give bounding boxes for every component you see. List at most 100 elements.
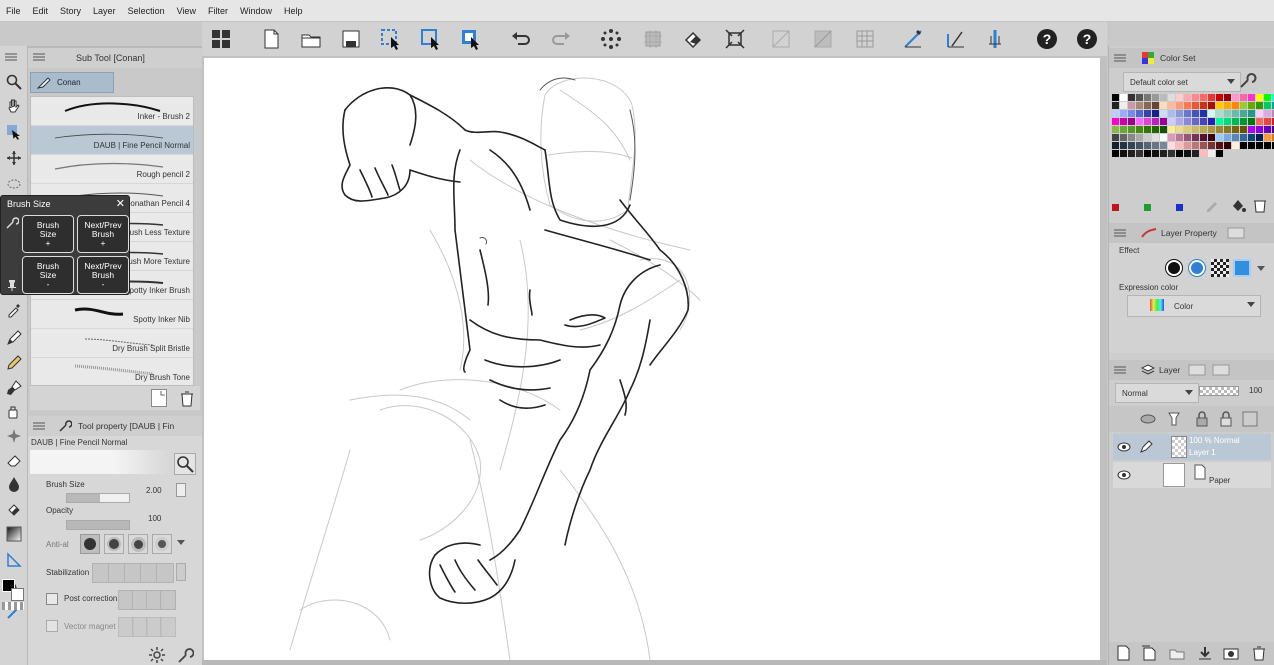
- color-swatch[interactable]: [1232, 134, 1239, 141]
- undo-button[interactable]: [508, 26, 534, 52]
- color-swatch[interactable]: [1176, 126, 1183, 133]
- color-swatch[interactable]: [1160, 142, 1167, 149]
- color-swatch[interactable]: [1120, 118, 1127, 125]
- color-swatch[interactable]: [1160, 134, 1167, 141]
- opacity-bar[interactable]: [1199, 386, 1239, 396]
- tone-effect-button[interactable]: [1211, 259, 1229, 277]
- tab-switch-icon[interactable]: [1212, 364, 1230, 376]
- color-swatch[interactable]: [1192, 142, 1199, 149]
- color-swatch[interactable]: [1248, 110, 1255, 117]
- lock-transparent-icon[interactable]: [1217, 410, 1235, 428]
- color-swatch[interactable]: [1176, 102, 1183, 109]
- vertical-scrollbar[interactable]: [1100, 56, 1107, 660]
- subtool-group-tab[interactable]: Conan: [30, 72, 114, 93]
- clear-outside-button[interactable]: [640, 26, 666, 52]
- stabilization-stepper[interactable]: [176, 563, 186, 581]
- color-swatch[interactable]: [1264, 142, 1271, 149]
- merge-down-icon[interactable]: [1197, 645, 1213, 661]
- color-swatch[interactable]: [1232, 102, 1239, 109]
- color-swatch[interactable]: [1128, 94, 1135, 101]
- color-set-dropdown[interactable]: Default color set: [1123, 72, 1241, 92]
- color-swatch[interactable]: [1128, 150, 1135, 157]
- color-swatch[interactable]: [1256, 134, 1263, 141]
- color-swatch[interactable]: [1168, 150, 1175, 157]
- add-color-icon[interactable]: [1204, 196, 1222, 214]
- color-swatch[interactable]: [1216, 102, 1223, 109]
- color-swatch[interactable]: [1264, 134, 1271, 141]
- preview-zoom-button[interactable]: [174, 453, 196, 475]
- color-swatch[interactable]: [1200, 94, 1207, 101]
- color-swatch[interactable]: [1200, 102, 1207, 109]
- brush-item[interactable]: Spotty Inker Nib: [31, 300, 193, 329]
- color-swatch[interactable]: [1224, 110, 1231, 117]
- color-swatch[interactable]: [1144, 118, 1151, 125]
- color-swatch[interactable]: [1184, 94, 1191, 101]
- menu-view[interactable]: View: [171, 0, 202, 22]
- layer-row[interactable]: Paper: [1113, 462, 1271, 488]
- sub-color-swatch[interactable]: [11, 588, 24, 601]
- color-swatch[interactable]: [1216, 94, 1223, 101]
- color-swatch[interactable]: [1200, 150, 1207, 157]
- rotate-button[interactable]: [810, 26, 836, 52]
- zoom-tool[interactable]: [4, 72, 24, 92]
- color-swatch[interactable]: [1200, 118, 1207, 125]
- recent-color-swatch[interactable]: [1144, 204, 1151, 211]
- brush-item[interactable]: Inker - Brush 2: [31, 97, 193, 126]
- color-swatch[interactable]: [1136, 110, 1143, 117]
- color-swatch[interactable]: [1120, 150, 1127, 157]
- new-vector-layer-icon[interactable]: [1141, 645, 1157, 661]
- color-swatch[interactable]: [1144, 94, 1151, 101]
- color-swatch[interactable]: [1168, 134, 1175, 141]
- help-button[interactable]: ?: [1034, 26, 1060, 52]
- menu-edit[interactable]: Edit: [27, 0, 55, 22]
- tab-switch-icon[interactable]: [1227, 227, 1245, 239]
- panel-menu-icon[interactable]: [1113, 365, 1127, 375]
- color-swatch[interactable]: [1152, 126, 1159, 133]
- color-swatch[interactable]: [1184, 102, 1191, 109]
- color-swatch[interactable]: [1248, 94, 1255, 101]
- color-swatch[interactable]: [1256, 110, 1263, 117]
- color-swatch[interactable]: [1224, 94, 1231, 101]
- lock-icon[interactable]: [1193, 410, 1211, 428]
- menu-filter[interactable]: Filter: [202, 0, 234, 22]
- color-swatch[interactable]: [1264, 94, 1271, 101]
- color-swatch[interactable]: [1176, 94, 1183, 101]
- color-swatch[interactable]: [1264, 110, 1271, 117]
- color-swatch[interactable]: [1144, 142, 1151, 149]
- selection-tool[interactable]: [4, 174, 24, 194]
- pen-tool[interactable]: [4, 328, 24, 348]
- color-swatch[interactable]: [1264, 126, 1271, 133]
- color-swatch[interactable]: [1192, 110, 1199, 117]
- airbrush-tool[interactable]: [4, 402, 24, 422]
- color-swatch[interactable]: [1168, 118, 1175, 125]
- color-swatch[interactable]: [1160, 118, 1167, 125]
- color-swatch[interactable]: [1208, 118, 1215, 125]
- border-effect-button[interactable]: [1165, 259, 1183, 277]
- color-swatch[interactable]: [1112, 118, 1119, 125]
- color-swatch[interactable]: [1184, 134, 1191, 141]
- color-swatch[interactable]: [1184, 142, 1191, 149]
- color-swatch[interactable]: [1160, 94, 1167, 101]
- color-swatch[interactable]: [1256, 142, 1263, 149]
- menu-selection[interactable]: Selection: [122, 0, 171, 22]
- gradient-tool[interactable]: [4, 524, 24, 544]
- color-swatch[interactable]: [1176, 134, 1183, 141]
- color-swatch[interactable]: [1248, 134, 1255, 141]
- color-swatch[interactable]: [1256, 118, 1263, 125]
- color-swatch-grid[interactable]: [1112, 94, 1274, 157]
- trash-icon[interactable]: [1251, 645, 1267, 661]
- color-swatch[interactable]: [1192, 126, 1199, 133]
- chevron-down-icon[interactable]: [1257, 266, 1265, 271]
- color-swatch[interactable]: [1176, 150, 1183, 157]
- color-swatch[interactable]: [1152, 102, 1159, 109]
- eye-icon[interactable]: [1117, 442, 1131, 452]
- invert-selection-button[interactable]: [458, 26, 484, 52]
- color-swatch[interactable]: [1152, 134, 1159, 141]
- antialias-weak-button[interactable]: [104, 534, 124, 554]
- flip-button[interactable]: [768, 26, 794, 52]
- color-swatch[interactable]: [1112, 142, 1119, 149]
- color-swatch[interactable]: [1216, 126, 1223, 133]
- color-swatch[interactable]: [1208, 134, 1215, 141]
- wrench-settings-icon[interactable]: [176, 646, 194, 664]
- color-swatch[interactable]: [1152, 110, 1159, 117]
